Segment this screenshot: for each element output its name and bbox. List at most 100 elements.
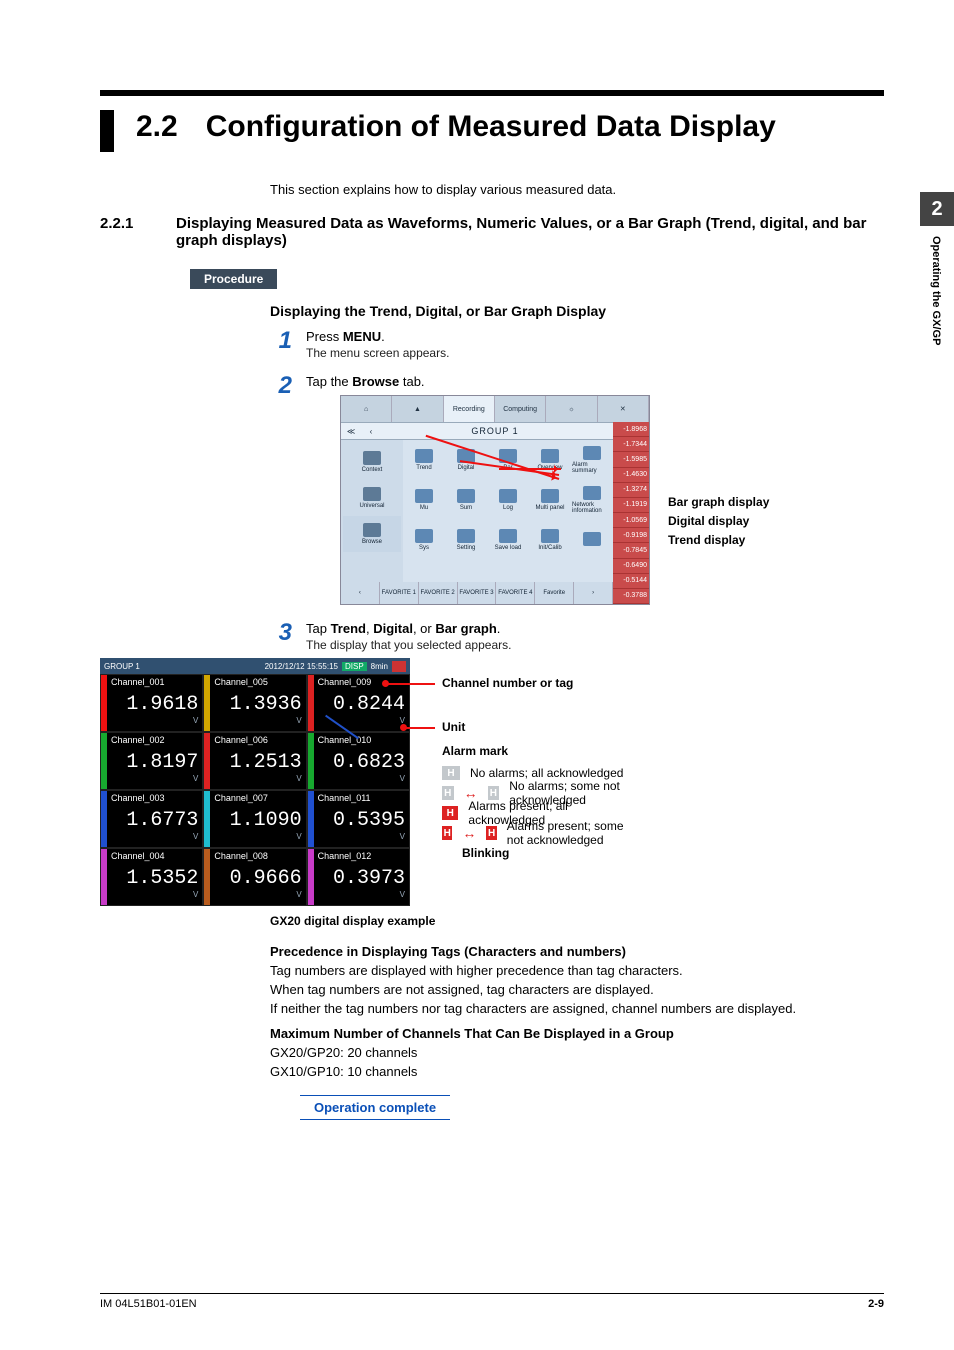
tab-eject-icon[interactable]: ▲	[392, 396, 443, 422]
channel-cell: Channel_0100.6823V	[307, 732, 410, 790]
sidebar-universal[interactable]: Universal	[343, 480, 401, 516]
subsection-number: 2.2.1	[100, 215, 146, 232]
annot-unit: Unit	[442, 720, 465, 734]
favorite-slot[interactable]: FAVORITE 1	[380, 582, 419, 604]
side-value: -0.9198	[613, 528, 649, 543]
step-number: 2	[270, 374, 292, 398]
group-name: GROUP 1	[381, 426, 609, 436]
chapter-title: Operating the GX/GP	[930, 236, 942, 345]
alarm-legend: HNo alarms; all acknowledged H↔HNo alarm…	[442, 762, 632, 864]
browse-item[interactable]: Mu	[403, 480, 445, 520]
browse-item[interactable]: Setting	[445, 520, 487, 560]
top-rule	[100, 90, 884, 96]
channel-cell: Channel_0051.3936V	[203, 674, 306, 732]
section-number: 2.2	[136, 110, 178, 143]
tab-computing[interactable]: Computing	[495, 396, 546, 422]
side-value: -0.3788	[613, 589, 649, 604]
dg-rate: 8min	[371, 662, 388, 671]
legend-blinking: Blinking	[462, 846, 509, 860]
step-3: 3 Tap Trend, Digital, or Bar graph. The …	[270, 621, 884, 652]
fav-next-icon[interactable]: ›	[574, 582, 613, 604]
channel-cell: Channel_0021.8197V	[100, 732, 203, 790]
tab-close-icon[interactable]: ✕	[598, 396, 649, 422]
favorite-slot[interactable]: FAVORITE 3	[458, 582, 497, 604]
side-value: -1.1919	[613, 498, 649, 513]
browse-item[interactable]: Save load	[487, 520, 529, 560]
alarm-mark-icon: H	[442, 766, 460, 780]
legend-text: Alarms present; some not acknowledged	[507, 819, 632, 847]
side-value: -1.4630	[613, 468, 649, 483]
sidebar-context[interactable]: Context	[343, 444, 401, 480]
alarm-mark-icon: H	[442, 786, 454, 800]
browse-item[interactable]: Sum	[445, 480, 487, 520]
digital-display-screenshot: GROUP 1 2012/12/12 15:55:15 DISP 8min Ch…	[100, 658, 410, 906]
maxch-heading: Maximum Number of Channels That Can Be D…	[270, 1026, 674, 1041]
callout-labels: Bar graph display Digital display Trend …	[668, 493, 769, 551]
channel-cell: Channel_0071.1090V	[203, 790, 306, 848]
step-text: tab.	[399, 374, 424, 389]
nav-prev-icon[interactable]: ‹	[361, 427, 381, 436]
browse-item[interactable]	[571, 520, 613, 560]
alarm-mark-icon: H	[488, 786, 500, 800]
title-marker	[100, 110, 114, 152]
browse-item[interactable]: Sys	[403, 520, 445, 560]
tab-brightness-icon[interactable]: ☼	[546, 396, 597, 422]
side-value: -0.5144	[613, 574, 649, 589]
browse-item[interactable]: Trend	[403, 440, 445, 480]
doc-id: IM 04L51B01-01EN	[100, 1298, 197, 1310]
channel-cell: Channel_0120.3973V	[307, 848, 410, 906]
tab-recording[interactable]: Recording	[444, 396, 495, 422]
channel-cell: Channel_0110.5395V	[307, 790, 410, 848]
callout-trend: Trend display	[668, 531, 769, 550]
step-number: 1	[270, 329, 292, 353]
step-subtext: The menu screen appears.	[306, 346, 884, 360]
procedure-label: Procedure	[190, 269, 277, 289]
alarm-mark-icon: H	[442, 826, 452, 840]
section-title: Configuration of Measured Data Display	[206, 110, 776, 143]
favorite-slot[interactable]: Favorite	[535, 582, 574, 604]
alarm-mark-icon: H	[486, 826, 496, 840]
step-text: .	[497, 621, 501, 636]
channel-cell: Channel_0041.5352V	[100, 848, 203, 906]
browse-item[interactable]: Multi panel	[529, 480, 571, 520]
dg-disp-badge: DISP	[342, 662, 367, 671]
browse-item[interactable]: Log	[487, 480, 529, 520]
step-text: , or	[413, 621, 435, 636]
step-text: Press	[306, 329, 343, 344]
nav-first-icon[interactable]: ≪	[341, 427, 361, 436]
sidebar-browse[interactable]: Browse	[343, 516, 401, 552]
annot-channel: Channel number or tag	[442, 676, 573, 690]
annot-alarm: Alarm mark	[442, 744, 508, 758]
section-title-row: 2.2 Configuration of Measured Data Displ…	[100, 110, 884, 152]
leader-line	[385, 683, 435, 685]
step-text-bold: Trend	[331, 621, 366, 636]
figure-caption: GX20 digital display example	[270, 914, 884, 928]
browse-item[interactable]: Network information	[571, 480, 613, 520]
browse-item[interactable]: Bar	[487, 440, 529, 480]
favorite-slot[interactable]: FAVORITE 2	[419, 582, 458, 604]
side-value: -1.7344	[613, 437, 649, 452]
step-text: Tap the	[306, 374, 352, 389]
page-footer: IM 04L51B01-01EN 2-9	[100, 1293, 884, 1310]
chapter-side-tab: 2 Operating the GX/GP	[920, 192, 954, 345]
channel-cell: Channel_0011.9618V	[100, 674, 203, 732]
step-text-bold: Bar graph	[435, 621, 496, 636]
fav-prev-icon[interactable]: ‹	[341, 582, 380, 604]
side-value: -1.5985	[613, 452, 649, 467]
side-value: -0.6490	[613, 559, 649, 574]
side-value: -1.8968	[613, 422, 649, 437]
precedence-p2: When tag numbers are not assigned, tag c…	[270, 982, 884, 997]
step-text: Tap	[306, 621, 331, 636]
alarm-mark-icon: H	[442, 806, 458, 820]
chapter-number: 2	[920, 192, 954, 226]
favorite-slot[interactable]: FAVORITE 4	[496, 582, 535, 604]
blink-arrow-icon: ↔	[462, 825, 476, 841]
browse-item[interactable]: Init/Calib	[529, 520, 571, 560]
precedence-heading: Precedence in Displaying Tags (Character…	[270, 944, 626, 959]
dg-group: GROUP 1	[104, 662, 140, 671]
browse-item[interactable]: Alarm summary	[571, 440, 613, 480]
tab-home-icon[interactable]: ⌂	[341, 396, 392, 422]
channel-cell: Channel_0080.9666V	[203, 848, 306, 906]
maxch-p1: GX20/GP20: 20 channels	[270, 1045, 884, 1060]
leader-line	[403, 727, 435, 729]
